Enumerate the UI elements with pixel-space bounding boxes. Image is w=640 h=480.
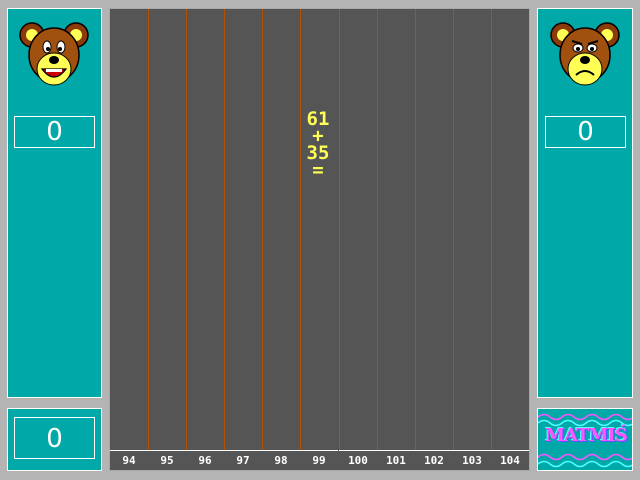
game-board[interactable]: 94 95 96 97 98 99 100 101 102 103 104 61 + 35 =: [109, 8, 530, 471]
column-divider: [453, 9, 454, 450]
right-player-panel: 0: [537, 8, 633, 398]
bottom-left-score: 0: [14, 417, 95, 459]
column-divider: [415, 9, 416, 450]
column-label[interactable]: 94: [110, 450, 148, 470]
column-divider: [262, 9, 263, 450]
column-divider: [339, 9, 340, 450]
right-score: 0: [545, 116, 626, 148]
column-label[interactable]: 101: [377, 450, 415, 470]
column-divider: [377, 9, 378, 450]
column-label[interactable]: 103: [453, 450, 491, 470]
column-label[interactable]: 99: [300, 450, 338, 470]
column-label[interactable]: 97: [224, 450, 262, 470]
column-label[interactable]: 98: [262, 450, 300, 470]
column-label[interactable]: 95: [148, 450, 186, 470]
column-label[interactable]: 102: [415, 450, 453, 470]
bottom-left-panel: 0: [7, 408, 102, 471]
math-problem: 61 + 35 =: [292, 110, 344, 181]
column-divider: [186, 9, 187, 450]
column-divider: [491, 9, 492, 450]
column-label[interactable]: 100: [339, 450, 377, 470]
matmis-logo: MATMIŚ: [537, 408, 633, 471]
column-divider: [148, 9, 149, 450]
logo-text: MATMIŚ: [545, 425, 628, 446]
column-divider: [300, 9, 301, 450]
column-label[interactable]: 96: [186, 450, 224, 470]
left-score: 0: [14, 116, 95, 148]
column-label[interactable]: 104: [491, 450, 529, 470]
column-divider: [224, 9, 225, 450]
equals-sign: =: [312, 159, 324, 181]
sad-bear-icon: [550, 22, 620, 86]
happy-bear-icon: [19, 22, 89, 86]
left-player-panel: 0: [7, 8, 102, 398]
